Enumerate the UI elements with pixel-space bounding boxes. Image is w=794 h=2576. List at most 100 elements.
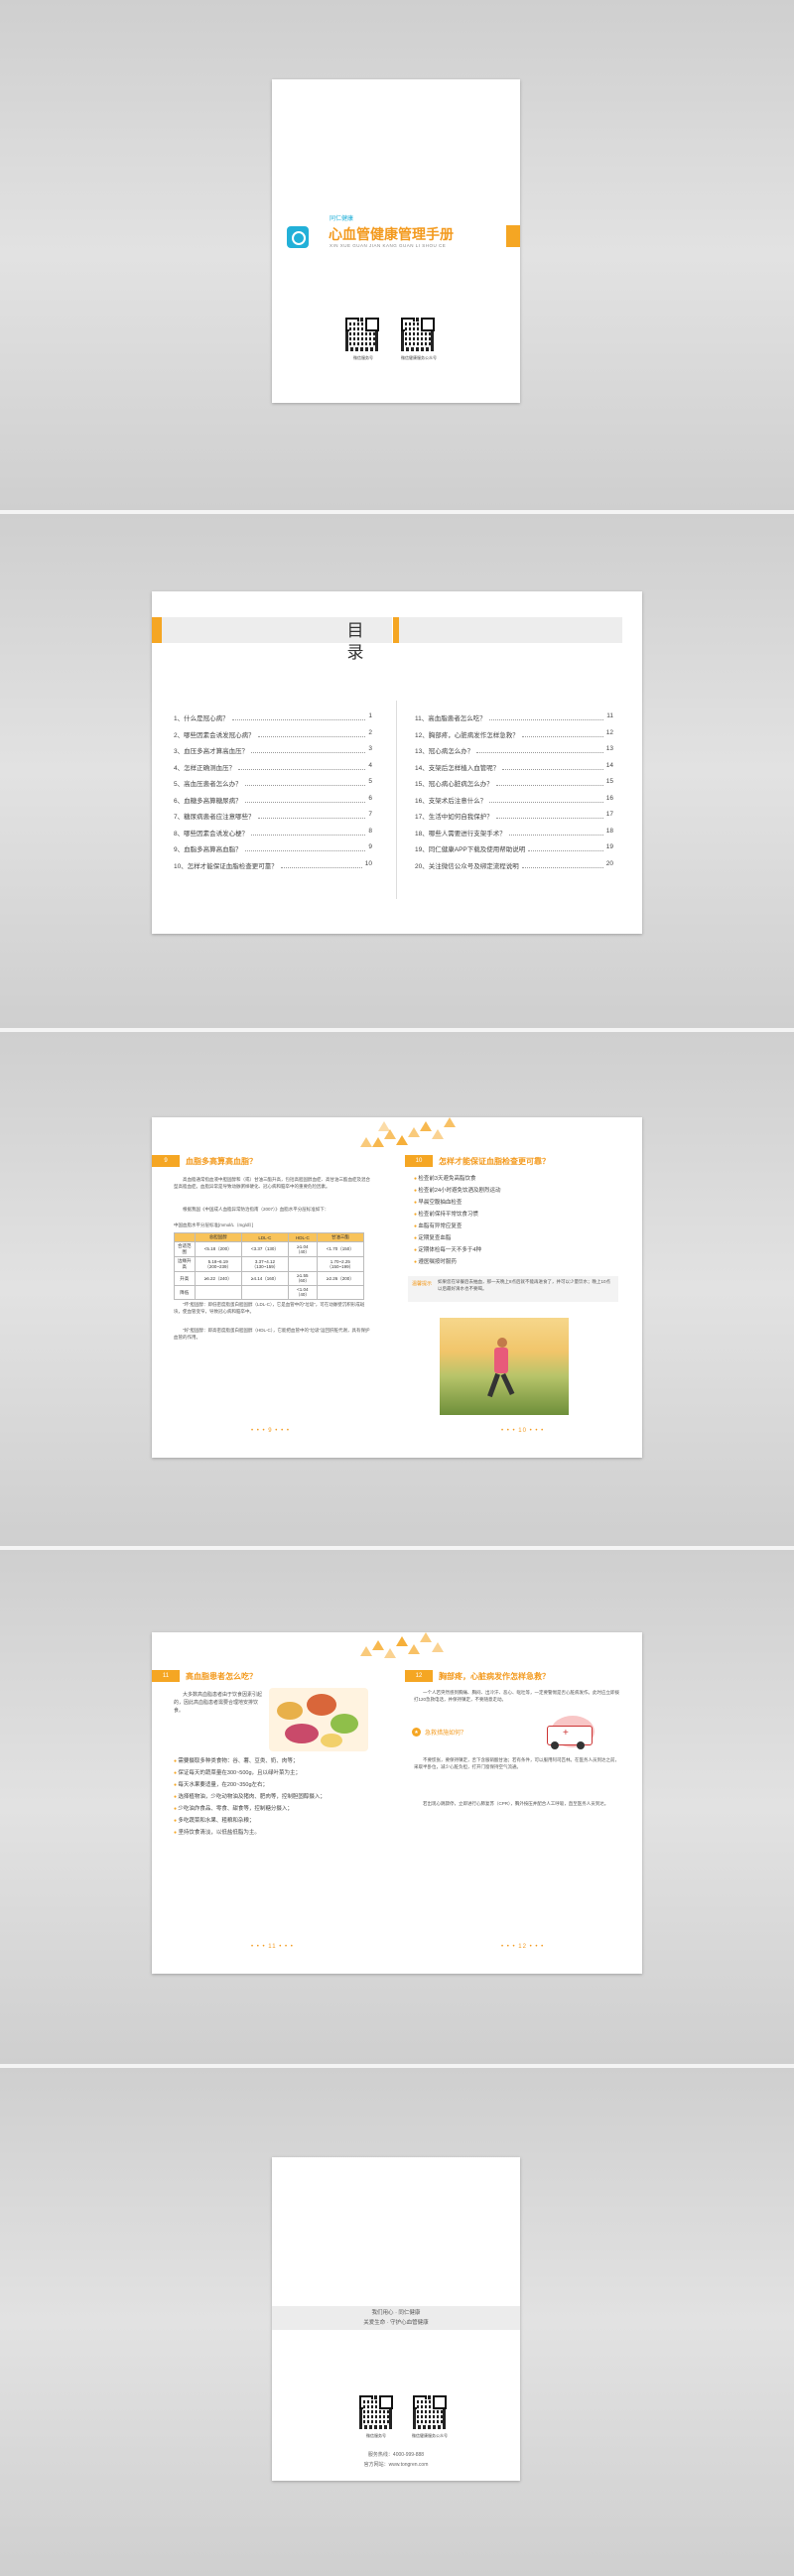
table-row: 边缘升高 5.18~6.19（200~239） 3.37~4.12（130~159）… bbox=[174, 1256, 365, 1272]
slogan: 关爱生命 · 守护心血管健康 bbox=[363, 2320, 429, 2326]
toc-leader-dots bbox=[502, 762, 603, 770]
toc-leader-dots bbox=[238, 762, 366, 770]
qr-caption: 微信健康服务公众号 bbox=[412, 2433, 448, 2438]
paragraph: 不要慌张，要保持镇定，舌下含服硝酸甘油；若有条件，可以服用阿司匹林。在医务人员到… bbox=[414, 1757, 619, 1769]
toc-entry[interactable]: 2、哪些因素会诱发冠心病？ 2 bbox=[174, 729, 372, 739]
triangle-pattern-deco bbox=[360, 1632, 444, 1658]
toc-entry[interactable]: 12、胸部疼，心脏病发作怎样急救？ 12 bbox=[415, 729, 613, 739]
list-item: 保证每天的蔬菜量在300~500g，且以绿叶菜为主； bbox=[174, 1767, 372, 1779]
toc-page-number: 17 bbox=[605, 811, 613, 818]
food-item bbox=[277, 1702, 303, 1720]
toc-entry[interactable]: 18、哪些人需要进行支架手术？ 18 bbox=[415, 828, 613, 837]
list-item: 需要摄取多种类食物：谷、薯、豆类、奶、肉等； bbox=[174, 1755, 372, 1767]
toc-entry[interactable]: 19、同仁健康APP下载及使用帮助说明 19 bbox=[415, 843, 613, 853]
toc-page-number: 13 bbox=[605, 745, 613, 752]
toc-leader-dots bbox=[257, 729, 366, 737]
toc-page-number: 18 bbox=[605, 827, 613, 835]
toc-entry-label: 8、哪些因素会诱发心梗？ bbox=[174, 830, 249, 837]
toc-page-number: 10 bbox=[364, 859, 372, 867]
toc-page-number: 5 bbox=[368, 778, 372, 785]
food-item bbox=[321, 1734, 342, 1747]
toc-entry[interactable]: 1、什么是冠心病？ 1 bbox=[174, 712, 372, 722]
toc-entry[interactable]: 20、关注微信公众号及绑定流程说明 20 bbox=[415, 860, 613, 870]
hotline: 服务热线：4000-999-888 bbox=[367, 2452, 425, 2458]
table-cell bbox=[194, 1285, 242, 1300]
back-cover-page: 我们用心 · 同仁健康 关爱生命 · 守护心血管健康 微信服务号 微信健康服务公… bbox=[272, 2157, 520, 2481]
paragraph: 大多数高血脂患者由于饮食因素引起的，因此高血脂患者需要合理地安排饮食。 bbox=[174, 1692, 263, 1714]
toc-spread: 目 录 1、什么是冠心病？ 1 2、哪些因素会诱发冠心病？ 2 3、血压多高才算高血压？… bbox=[152, 591, 642, 934]
toc-entry[interactable]: 3、血压多高才算高血压？ 3 bbox=[174, 745, 372, 755]
toc-leader-dots bbox=[251, 828, 366, 836]
table-cell: ≥1.55（60） bbox=[288, 1271, 318, 1286]
page-number: • • • 11 • • • bbox=[251, 1944, 294, 1950]
toc-entry-label: 4、怎样正确测血压？ bbox=[174, 764, 236, 772]
fold-line bbox=[396, 701, 397, 899]
triangle-pattern-deco bbox=[360, 1117, 456, 1147]
list-item: 遵医嘱按时服药 bbox=[414, 1256, 612, 1268]
toc-entry[interactable]: 16、支架术后注意什么？ 16 bbox=[415, 795, 613, 805]
toc-entry-label: 15、冠心病心脏病怎么办？ bbox=[415, 781, 493, 788]
toc-leader-dots bbox=[521, 729, 603, 737]
qr-caption: 微信服务号 bbox=[366, 2433, 386, 2438]
toc-entry[interactable]: 9、血脂多高算高血脂？ 9 bbox=[174, 843, 372, 853]
toc-entry-label: 7、糖尿病患者应注意哪些？ bbox=[174, 814, 255, 821]
table-cell: 3.37~4.12（130~159） bbox=[240, 1256, 290, 1272]
toc-entry[interactable]: 14、支架后怎样植入血管呢？ 14 bbox=[415, 762, 613, 772]
toc-title: 目 录 bbox=[346, 621, 364, 662]
tip-label: 温馨提示 bbox=[412, 1281, 433, 1287]
table-header-cell: 总胆固醇 bbox=[194, 1232, 242, 1242]
qr-code-icon bbox=[413, 2395, 447, 2429]
toc-entry[interactable]: 6、血糖多高算糖尿病？ 6 bbox=[174, 795, 372, 805]
toc-entry-label: 20、关注微信公众号及绑定流程说明 bbox=[415, 862, 519, 870]
section-heading: 胸部疼，心脏病发作怎样急救？ bbox=[439, 1671, 550, 1681]
toc-entry[interactable]: 4、怎样正确测血压？ 4 bbox=[174, 762, 372, 772]
paragraph: 若出现心跳骤停，立即进行心肺复苏（CPR），胸外按压并配合人工呼吸，直至医务人员… bbox=[423, 1801, 609, 1806]
toc-entry-label: 5、高血压患者怎么办？ bbox=[174, 781, 242, 788]
toc-entry-label: 6、血糖多高算糖尿病？ bbox=[174, 797, 242, 805]
spread-9-10: 9 血脂多高算高血脂？ 高血脂通常指血液中胆固醇和（或）甘油三酯升高，包括高胆固… bbox=[152, 1117, 642, 1458]
toc-entry[interactable]: 17、生活中如何自我保护？ 17 bbox=[415, 811, 613, 821]
paragraph: 一个人若突然感到胸痛、胸闷、出冷汗、恶心、呕吐等，一定要警惕是否心脏病发作。此时… bbox=[414, 1690, 619, 1702]
toc-leader-dots bbox=[257, 811, 366, 819]
website: 官方网站：www.tongren.com bbox=[363, 2462, 429, 2468]
cover-brand: 同仁健康 bbox=[330, 216, 354, 222]
table-caption: 中国血脂水平分层标准[mmol/L（mg/dl）] bbox=[174, 1223, 254, 1227]
cover-pinyin: XIN XUE GUAN JIAN KANG GUAN LI SHOU CE bbox=[330, 243, 447, 248]
table-row: 降低 <1.04（40） bbox=[174, 1285, 365, 1300]
toc-entry-label: 13、冠心病怎么办？ bbox=[415, 748, 474, 755]
section-number: 10 bbox=[405, 1155, 433, 1167]
page-number: • • • 12 • • • bbox=[501, 1944, 545, 1950]
table-cell: ≥4.14（160） bbox=[240, 1271, 290, 1286]
toc-entry-label: 9、血脂多高算高血脂？ bbox=[174, 846, 242, 853]
toc-leader-dots bbox=[495, 811, 603, 819]
toc-entry[interactable]: 13、冠心病怎么办？ 13 bbox=[415, 745, 613, 755]
toc-page-number: 20 bbox=[605, 859, 613, 867]
table-cell: 降低 bbox=[174, 1285, 196, 1300]
toc-entry[interactable]: 10、怎样才能保证血脂检查更可靠？ 10 bbox=[174, 860, 372, 870]
toc-entry-label: 16、支架术后注意什么？ bbox=[415, 797, 487, 805]
toc-entry[interactable]: 7、糖尿病患者应注意哪些？ 7 bbox=[174, 811, 372, 821]
toc-entry[interactable]: 8、哪些因素会诱发心梗？ 8 bbox=[174, 828, 372, 837]
section-number: 9 bbox=[152, 1155, 180, 1167]
toc-entry[interactable]: 5、高血压患者怎么办？ 5 bbox=[174, 778, 372, 788]
table-cell: ≥2.26（200） bbox=[316, 1271, 365, 1286]
toc-entry[interactable]: 15、冠心病心脏病怎么办？ 15 bbox=[415, 778, 613, 788]
toc-entry-label: 2、哪些因素会诱发冠心病？ bbox=[174, 731, 255, 739]
toc-page-number: 16 bbox=[605, 794, 613, 802]
table-cell: 合适范围 bbox=[174, 1241, 196, 1257]
toc-page-number: 7 bbox=[368, 811, 372, 818]
food-item bbox=[307, 1694, 336, 1716]
checklist: 检查前3天避免高脂饮食检查前24小时避免饮酒及剧烈运动早晨空腹抽血检查检查前保持… bbox=[414, 1173, 612, 1268]
toc-page-number: 11 bbox=[606, 712, 613, 719]
toc-entry[interactable]: 11、高血脂患者怎么吃？ 11 bbox=[415, 712, 613, 722]
toc-entry-label: 10、怎样才能保证血脂检查更可靠？ bbox=[174, 862, 278, 870]
toc-page-number: 1 bbox=[368, 712, 372, 719]
section-heading: 高血脂患者怎么吃？ bbox=[186, 1671, 257, 1681]
toc-page-number: 19 bbox=[605, 843, 613, 850]
page-number: • • • 10 • • • bbox=[501, 1428, 545, 1434]
toc-entry-label: 14、支架后怎样植入血管呢？ bbox=[415, 764, 500, 772]
toc-leader-dots bbox=[488, 712, 604, 720]
diet-list: 需要摄取多种类食物：谷、薯、豆类、奶、肉等；保证每天的蔬菜量在300~500g，… bbox=[174, 1755, 372, 1839]
toc-leader-dots bbox=[244, 795, 366, 803]
qr-code-icon bbox=[345, 318, 379, 351]
